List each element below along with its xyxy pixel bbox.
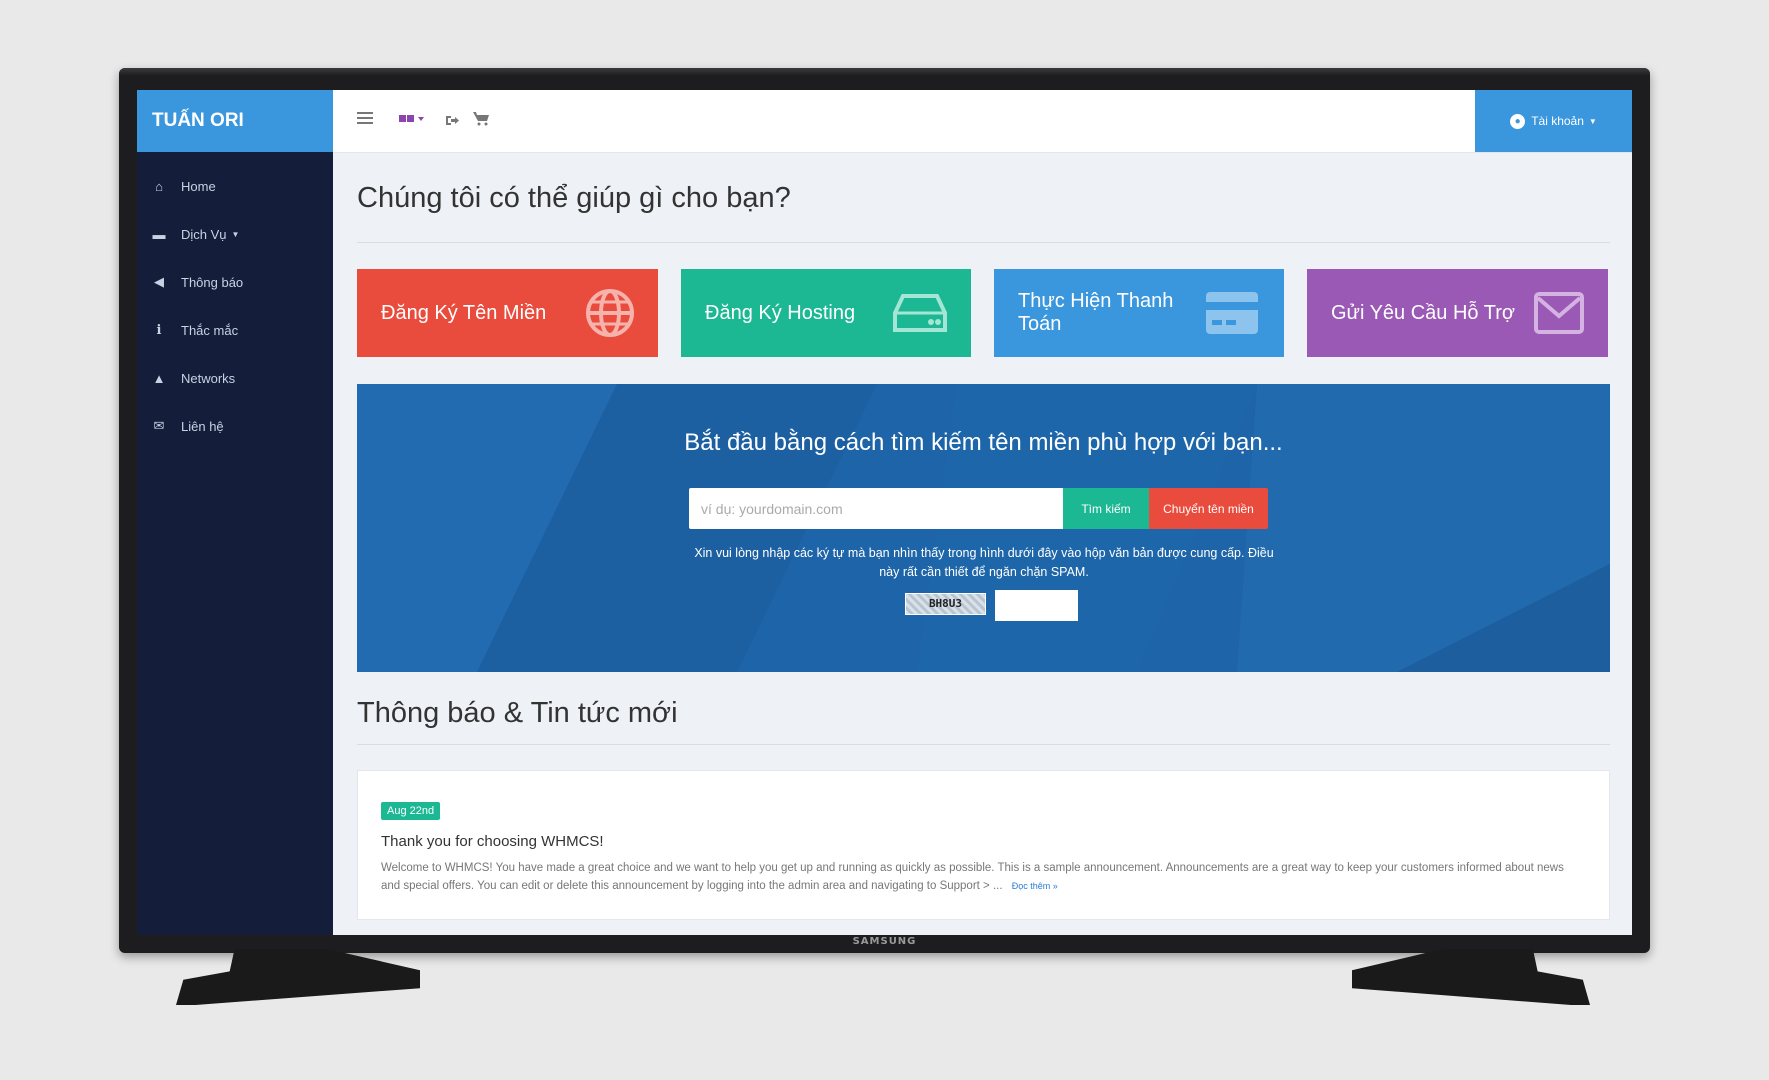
captcha-input[interactable] <box>995 590 1078 621</box>
announcement-title[interactable]: Thank you for choosing WHMCS! <box>381 833 604 850</box>
sidebar-item-label: Dịch Vụ <box>181 226 227 242</box>
domain-search-panel: Bắt đầu bằng cách tìm kiếm tên miền phù … <box>357 384 1610 672</box>
shopping-cart-icon[interactable] <box>473 111 489 130</box>
logout-icon[interactable] <box>445 113 459 131</box>
announcement-card: Aug 22nd Thank you for choosing WHMCS! W… <box>357 770 1610 920</box>
sidebar-item-announcements[interactable]: ◀ Thông báo <box>137 258 333 306</box>
tv-stand-left <box>176 949 420 1005</box>
sidebar-item-contact[interactable]: ✉ Liên hệ <box>137 402 333 450</box>
language-flag-icon[interactable] <box>399 114 425 127</box>
sidebar-item-label: Liên hệ <box>181 418 224 434</box>
sidebar-item-label: Thông báo <box>181 274 244 290</box>
sidebar: TUẤN ORI ⌂ Home ▬ Dịch Vụ ▼ ◀ Thông báo … <box>137 90 333 935</box>
home-icon: ⌂ <box>155 178 163 194</box>
account-dropdown[interactable]: ● Tài khoản ▼ <box>1475 90 1632 152</box>
tile-register-hosting[interactable]: Đăng Ký Hosting <box>681 269 971 357</box>
tile-support-request[interactable]: Gửi Yêu Cầu Hỗ Trợ <box>1307 269 1608 357</box>
sidebar-item-home[interactable]: ⌂ Home <box>137 162 333 210</box>
sidebar-item-faq[interactable]: i Thắc mắc <box>137 306 333 354</box>
transfer-domain-button[interactable]: Chuyển tên miền <box>1149 488 1268 529</box>
tv-brand-logo: SAMSUNG <box>852 936 917 947</box>
domain-search-input[interactable] <box>689 488 1063 529</box>
tv-stand-right <box>1352 949 1590 1005</box>
warning-icon: ▲ <box>152 370 166 386</box>
envelope-icon: ✉ <box>153 418 165 433</box>
tile-make-payment[interactable]: Thực Hiện Thanh Toán <box>994 269 1284 357</box>
tile-label: Đăng Ký Hosting <box>705 301 856 324</box>
tile-label: Gửi Yêu Cầu Hỗ Trợ <box>1331 301 1515 324</box>
action-tiles: Đăng Ký Tên Miền Đăng Ký Hosting Thực Hi… <box>357 269 1610 357</box>
domain-search-form: Tìm kiếm Chuyển tên miền <box>689 488 1268 529</box>
chevron-down-icon: ▼ <box>231 229 240 239</box>
globe-icon <box>586 289 634 337</box>
sidebar-item-services[interactable]: ▬ Dịch Vụ ▼ <box>137 210 333 258</box>
main-content: Chúng tôi có thể giúp gì cho bạn? Đăng K… <box>357 152 1610 920</box>
news-section-title: Thông báo & Tin tức mới <box>357 697 1610 745</box>
date-badge: Aug 22nd <box>381 802 441 820</box>
search-button[interactable]: Tìm kiếm <box>1063 488 1149 529</box>
announcement-text: Welcome to WHMCS! You have made a great … <box>381 862 1564 892</box>
sidebar-item-networks[interactable]: ▲ Networks <box>137 354 333 402</box>
user-circle-icon: ● <box>1510 113 1526 129</box>
page-title: Chúng tôi có thể giúp gì cho bạn? <box>357 152 1610 243</box>
box-icon: ▬ <box>152 226 166 242</box>
envelope-icon <box>1534 292 1584 334</box>
brand-logo[interactable]: TUẤN ORI <box>137 90 333 152</box>
sidebar-item-label: Networks <box>181 370 236 386</box>
announcement-body: Welcome to WHMCS! You have made a great … <box>381 859 1581 895</box>
server-icon <box>893 293 947 333</box>
megaphone-icon: ◀ <box>154 274 164 289</box>
topbar: ● Tài khoản ▼ <box>333 90 1632 153</box>
captcha-image: BH8U3 <box>905 593 986 615</box>
credit-card-icon <box>1204 290 1260 336</box>
search-heading: Bắt đầu bằng cách tìm kiếm tên miền phù … <box>684 429 1283 456</box>
tile-label: Đăng Ký Tên Miền <box>381 301 547 324</box>
info-icon: i <box>156 322 162 338</box>
captcha-instructions: Xin vui lòng nhập các ký tự mà bạn nhìn … <box>694 546 1274 579</box>
tile-label: Thực Hiện Thanh Toán <box>1018 290 1174 335</box>
sidebar-item-label: Thắc mắc <box>181 322 239 338</box>
read-more-link[interactable]: Đọc thêm » <box>1012 881 1058 891</box>
account-label: Tài khoản <box>1531 114 1584 128</box>
sidebar-item-label: Home <box>181 178 216 194</box>
chevron-down-icon: ▼ <box>1588 116 1597 126</box>
tile-register-domain[interactable]: Đăng Ký Tên Miền <box>357 269 658 357</box>
hamburger-menu-icon[interactable] <box>357 111 373 129</box>
website-screen: TUẤN ORI ⌂ Home ▬ Dịch Vụ ▼ ◀ Thông báo … <box>137 90 1632 935</box>
